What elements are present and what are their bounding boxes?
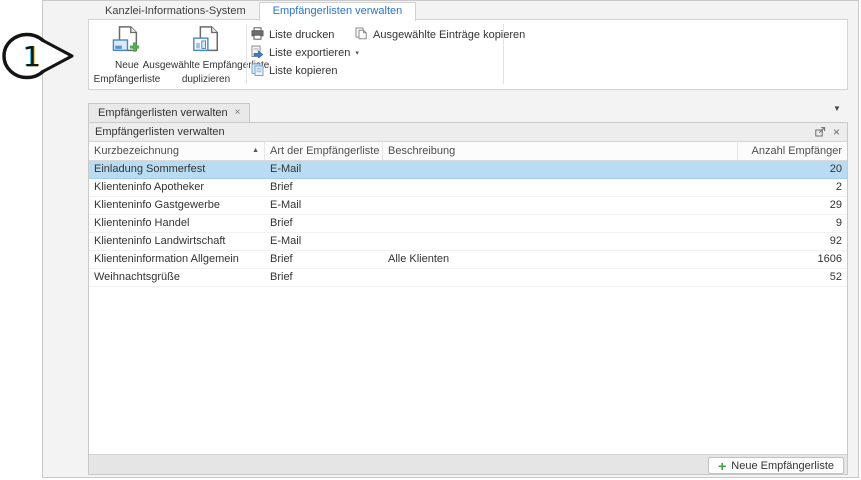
table-row[interactable]: Klienteninfo LandwirtschaftE-Mail 92 [89,233,847,251]
column-label: Anzahl Empfänger [752,142,843,160]
annotation-number: 1 [23,40,41,73]
table-cell-count: 1606 [738,251,847,268]
popout-window-icon[interactable] [815,127,826,137]
table-cell-name: Klienteninformation Allgemein [89,251,265,268]
table-cell-count: 52 [738,269,847,286]
table-cell-name: Einladung Sommerfest [89,161,265,178]
column-header-anzahl[interactable]: Anzahl Empfänger [738,142,847,160]
table-cell-name: Klienteninfo Handel [89,215,265,232]
table-header: Kurzbezeichnung ▲ Art der Empfängerliste… [89,142,847,161]
table-cell-type: Brief [265,179,383,196]
button-label: Neue Empfängerliste [731,460,834,472]
panel-footer: + Neue Empfängerliste [89,454,847,474]
ribbon-tab-system[interactable]: Kanzlei-Informations-System [92,3,259,20]
button-label: Liste exportieren [269,47,350,59]
annotation-callout-1: 1 1 1 [0,26,80,88]
table-cell-count: 92 [738,233,847,250]
ribbon-tab-bar: Kanzlei-Informations-System Empfängerlis… [92,2,416,20]
button-label: Neue [115,60,139,72]
export-icon [251,45,264,61]
column-label: Art der Empfängerliste [270,142,379,160]
table-row[interactable]: Klienteninfo HandelBrief 9 [89,215,847,233]
table-cell-description [383,161,738,178]
table-cell-description [383,215,738,232]
button-label: Empfängerliste [94,74,161,86]
panel-title: Empfängerlisten verwalten [95,126,225,138]
ribbon-separator [246,24,247,84]
table-row[interactable]: Klienteninformation AllgemeinBriefAlle K… [89,251,847,269]
table-cell-description [383,197,738,214]
column-label: Kurzbezeichnung [94,142,179,160]
table-cell-type: Brief [265,215,383,232]
duplicate-recipient-list-button[interactable]: Ausgewählte Empfängerliste duplizieren [163,22,249,88]
table-row[interactable]: WeihnachtsgrüßeBrief 52 [89,269,847,287]
button-label: Liste kopieren [269,65,338,77]
tab-overflow-caret-icon[interactable]: ▼ [833,104,841,113]
button-label: Liste drucken [269,29,334,41]
sort-asc-icon: ▲ [248,142,259,160]
document-tab-label: Empfängerlisten verwalten [98,107,228,119]
copy-entries-icon [355,27,368,43]
document-tab[interactable]: Empfängerlisten verwalten × [88,103,250,122]
panel-close-icon[interactable]: × [833,126,840,138]
table-cell-type: E-Mail [265,233,383,250]
button-label: duplizieren [182,74,230,86]
table-cell-description [383,269,738,286]
column-header-kurzbezeichnung[interactable]: Kurzbezeichnung ▲ [89,142,265,160]
copy-selected-entries-button[interactable]: Ausgewählte Einträge kopieren [355,27,525,42]
ribbon-toolbar: Neue Empfängerliste Ausgewählte Empfänge… [88,19,848,90]
tab-close-icon[interactable]: × [235,108,241,118]
column-label: Beschreibung [388,142,455,160]
table-cell-count: 29 [738,197,847,214]
table-row[interactable]: Klienteninfo ApothekerBrief 2 [89,179,847,197]
printer-icon [251,27,264,43]
copy-list-icon [251,63,264,79]
table-cell-name: Klienteninfo Gastgewerbe [89,197,265,214]
dropdown-caret-icon: ▾ [355,49,359,57]
table-cell-type: E-Mail [265,197,383,214]
panel-header: Empfängerlisten verwalten × [89,123,847,142]
table-row[interactable]: Einladung SommerfestE-Mail 20 [89,161,847,179]
recipient-lists-panel: Empfängerlisten verwalten × Kurzbezeichn… [88,122,848,475]
new-list-icon [112,25,142,58]
column-header-beschreibung[interactable]: Beschreibung [383,142,738,160]
duplicate-list-icon [191,25,221,58]
table-cell-name: Weihnachtsgrüße [89,269,265,286]
table-cell-type: Brief [265,251,383,268]
ribbon-tab-lists[interactable]: Empfängerlisten verwalten [259,2,417,21]
table-body: Einladung SommerfestE-Mail20Klienteninfo… [89,161,847,287]
table-cell-count: 9 [738,215,847,232]
export-list-button[interactable]: Liste exportieren ▾ [251,45,359,60]
plus-icon: + [718,459,726,473]
table-row[interactable]: Klienteninfo GastgewerbeE-Mail 29 [89,197,847,215]
table-cell-count: 20 [738,161,847,178]
table-cell-description: Alle Klienten [383,251,738,268]
new-recipient-list-footer-button[interactable]: + Neue Empfängerliste [708,457,844,474]
copy-list-button[interactable]: Liste kopieren [251,63,359,78]
table-cell-type: Brief [265,269,383,286]
table-cell-name: Klienteninfo Apotheker [89,179,265,196]
table-cell-type: E-Mail [265,161,383,178]
table-cell-description [383,179,738,196]
new-recipient-list-button[interactable]: Neue Empfängerliste [91,22,163,88]
table-cell-name: Klienteninfo Landwirtschaft [89,233,265,250]
column-header-art[interactable]: Art der Empfängerliste [265,142,383,160]
print-list-button[interactable]: Liste drucken [251,27,359,42]
table-cell-description [383,233,738,250]
table-cell-count: 2 [738,179,847,196]
ribbon-separator [503,24,504,84]
